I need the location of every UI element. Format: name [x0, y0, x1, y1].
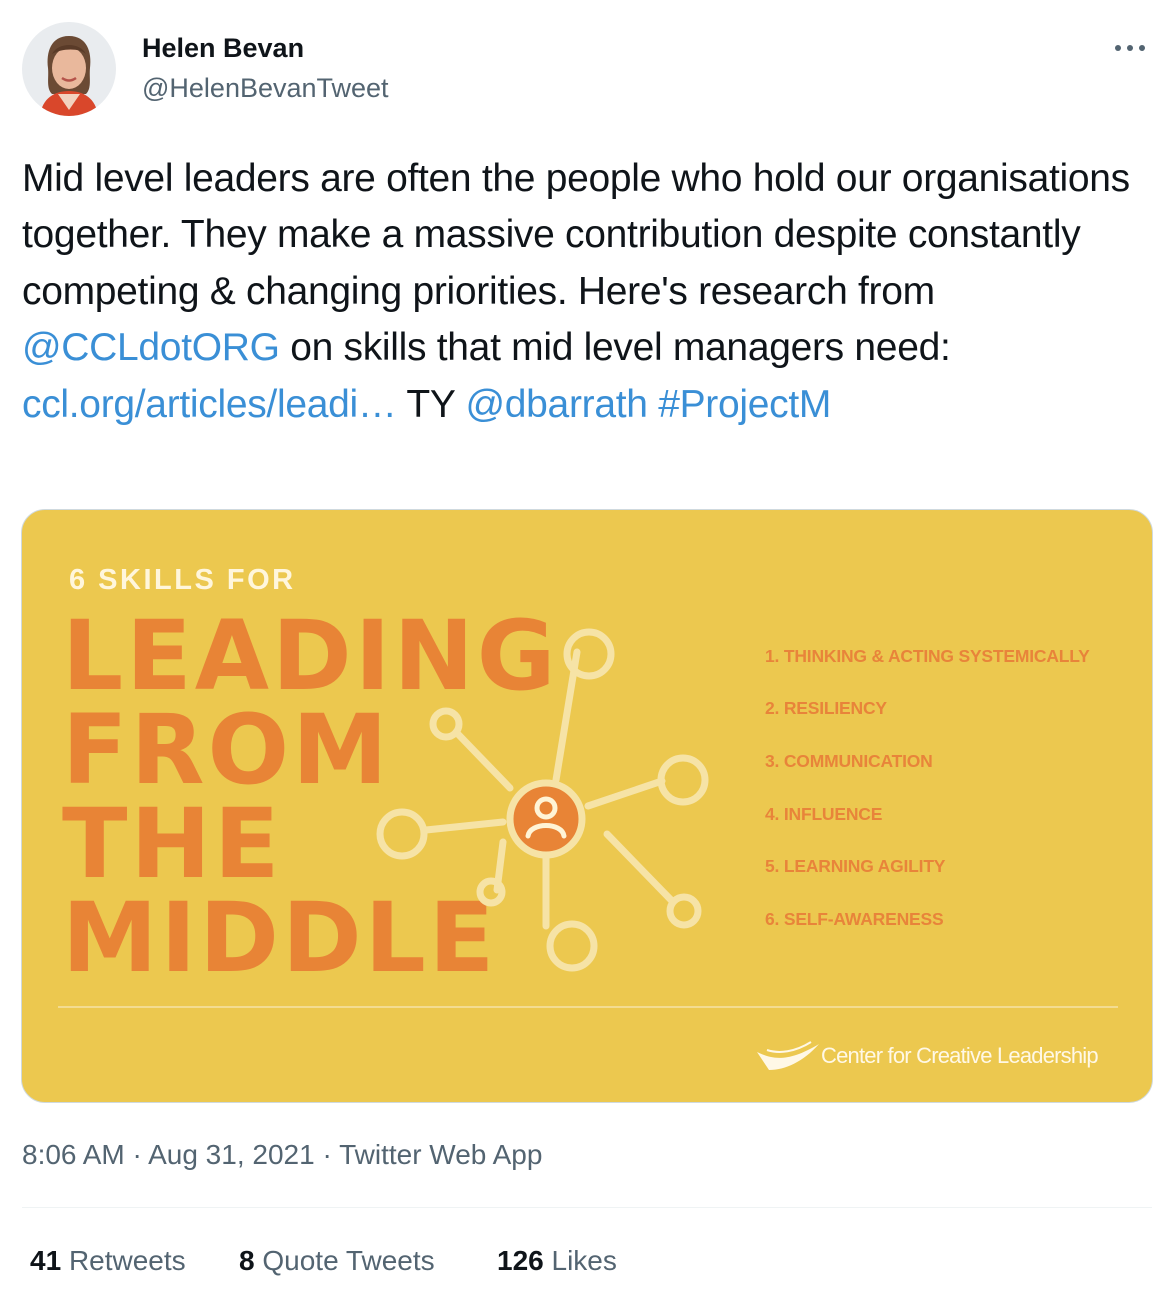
tweet-date[interactable]: Aug 31, 2021: [148, 1139, 315, 1170]
retweets-stat[interactable]: 41 Retweets: [30, 1245, 186, 1277]
retweets-label: Retweets: [68, 1245, 186, 1276]
likes-stat[interactable]: 126 Likes: [497, 1245, 617, 1277]
card-divider: [58, 1006, 1118, 1008]
user-handle[interactable]: @HelenBevanTweet: [142, 73, 389, 104]
display-name[interactable]: Helen Bevan: [142, 33, 304, 64]
tweet-time[interactable]: 8:06 AM: [22, 1139, 125, 1170]
meta-separator: ·: [124, 1139, 149, 1170]
tweet-source[interactable]: Twitter Web App: [339, 1139, 542, 1170]
divider: [22, 1207, 1152, 1208]
quote-tweets-label: Quote Tweets: [262, 1245, 435, 1276]
avatar[interactable]: [22, 22, 116, 116]
tweet-text-part: on skills that mid level managers need:: [279, 326, 951, 370]
skill-item: 4. INFLUENCE: [765, 804, 883, 824]
skill-item: 2. RESILIENCY: [765, 698, 887, 718]
quote-tweets-count: 8: [239, 1245, 255, 1276]
tweet-text-part: TY: [396, 382, 466, 426]
skill-item: 3. COMMUNICATION: [765, 751, 933, 771]
tweet-text-part: Mid level leaders are often the people w…: [22, 157, 1130, 313]
skill-item: 6. SELF-AWARENESS: [765, 909, 944, 929]
mention-link[interactable]: @CCLdotORG: [22, 326, 280, 369]
avatar-photo: [22, 22, 116, 116]
tweet-text: Mid level leaders are often the people w…: [22, 151, 1147, 433]
likes-count: 126: [497, 1245, 544, 1276]
tweet-meta: 8:06 AM · Aug 31, 2021 · Twitter Web App: [22, 1139, 542, 1171]
likes-label: Likes: [551, 1245, 617, 1276]
more-dots-icon: [1115, 45, 1145, 51]
media-card[interactable]: 6 SKILLS FOR LEADING FROM THE MIDDLE 1. …: [21, 509, 1153, 1103]
url-link[interactable]: ccl.org/articles/leadi…: [22, 383, 397, 426]
quote-tweets-stat[interactable]: 8 Quote Tweets: [239, 1245, 435, 1277]
network-person-icon: [376, 628, 709, 972]
hashtag-link[interactable]: #ProjectM: [658, 383, 831, 426]
skill-item: 5. LEARNING AGILITY: [765, 856, 946, 876]
mention-link[interactable]: @dbarrath: [465, 383, 647, 426]
ccl-logo-icon: [757, 1041, 819, 1070]
more-options-button[interactable]: [1110, 30, 1150, 66]
meta-separator: ·: [314, 1139, 340, 1170]
retweets-count: 41: [30, 1245, 62, 1276]
org-name: Center for Creative Leadership: [821, 1043, 1099, 1068]
skill-item: 1. THINKING & ACTING SYSTEMICALLY: [765, 646, 1090, 666]
tweet-text-part: [648, 383, 659, 426]
